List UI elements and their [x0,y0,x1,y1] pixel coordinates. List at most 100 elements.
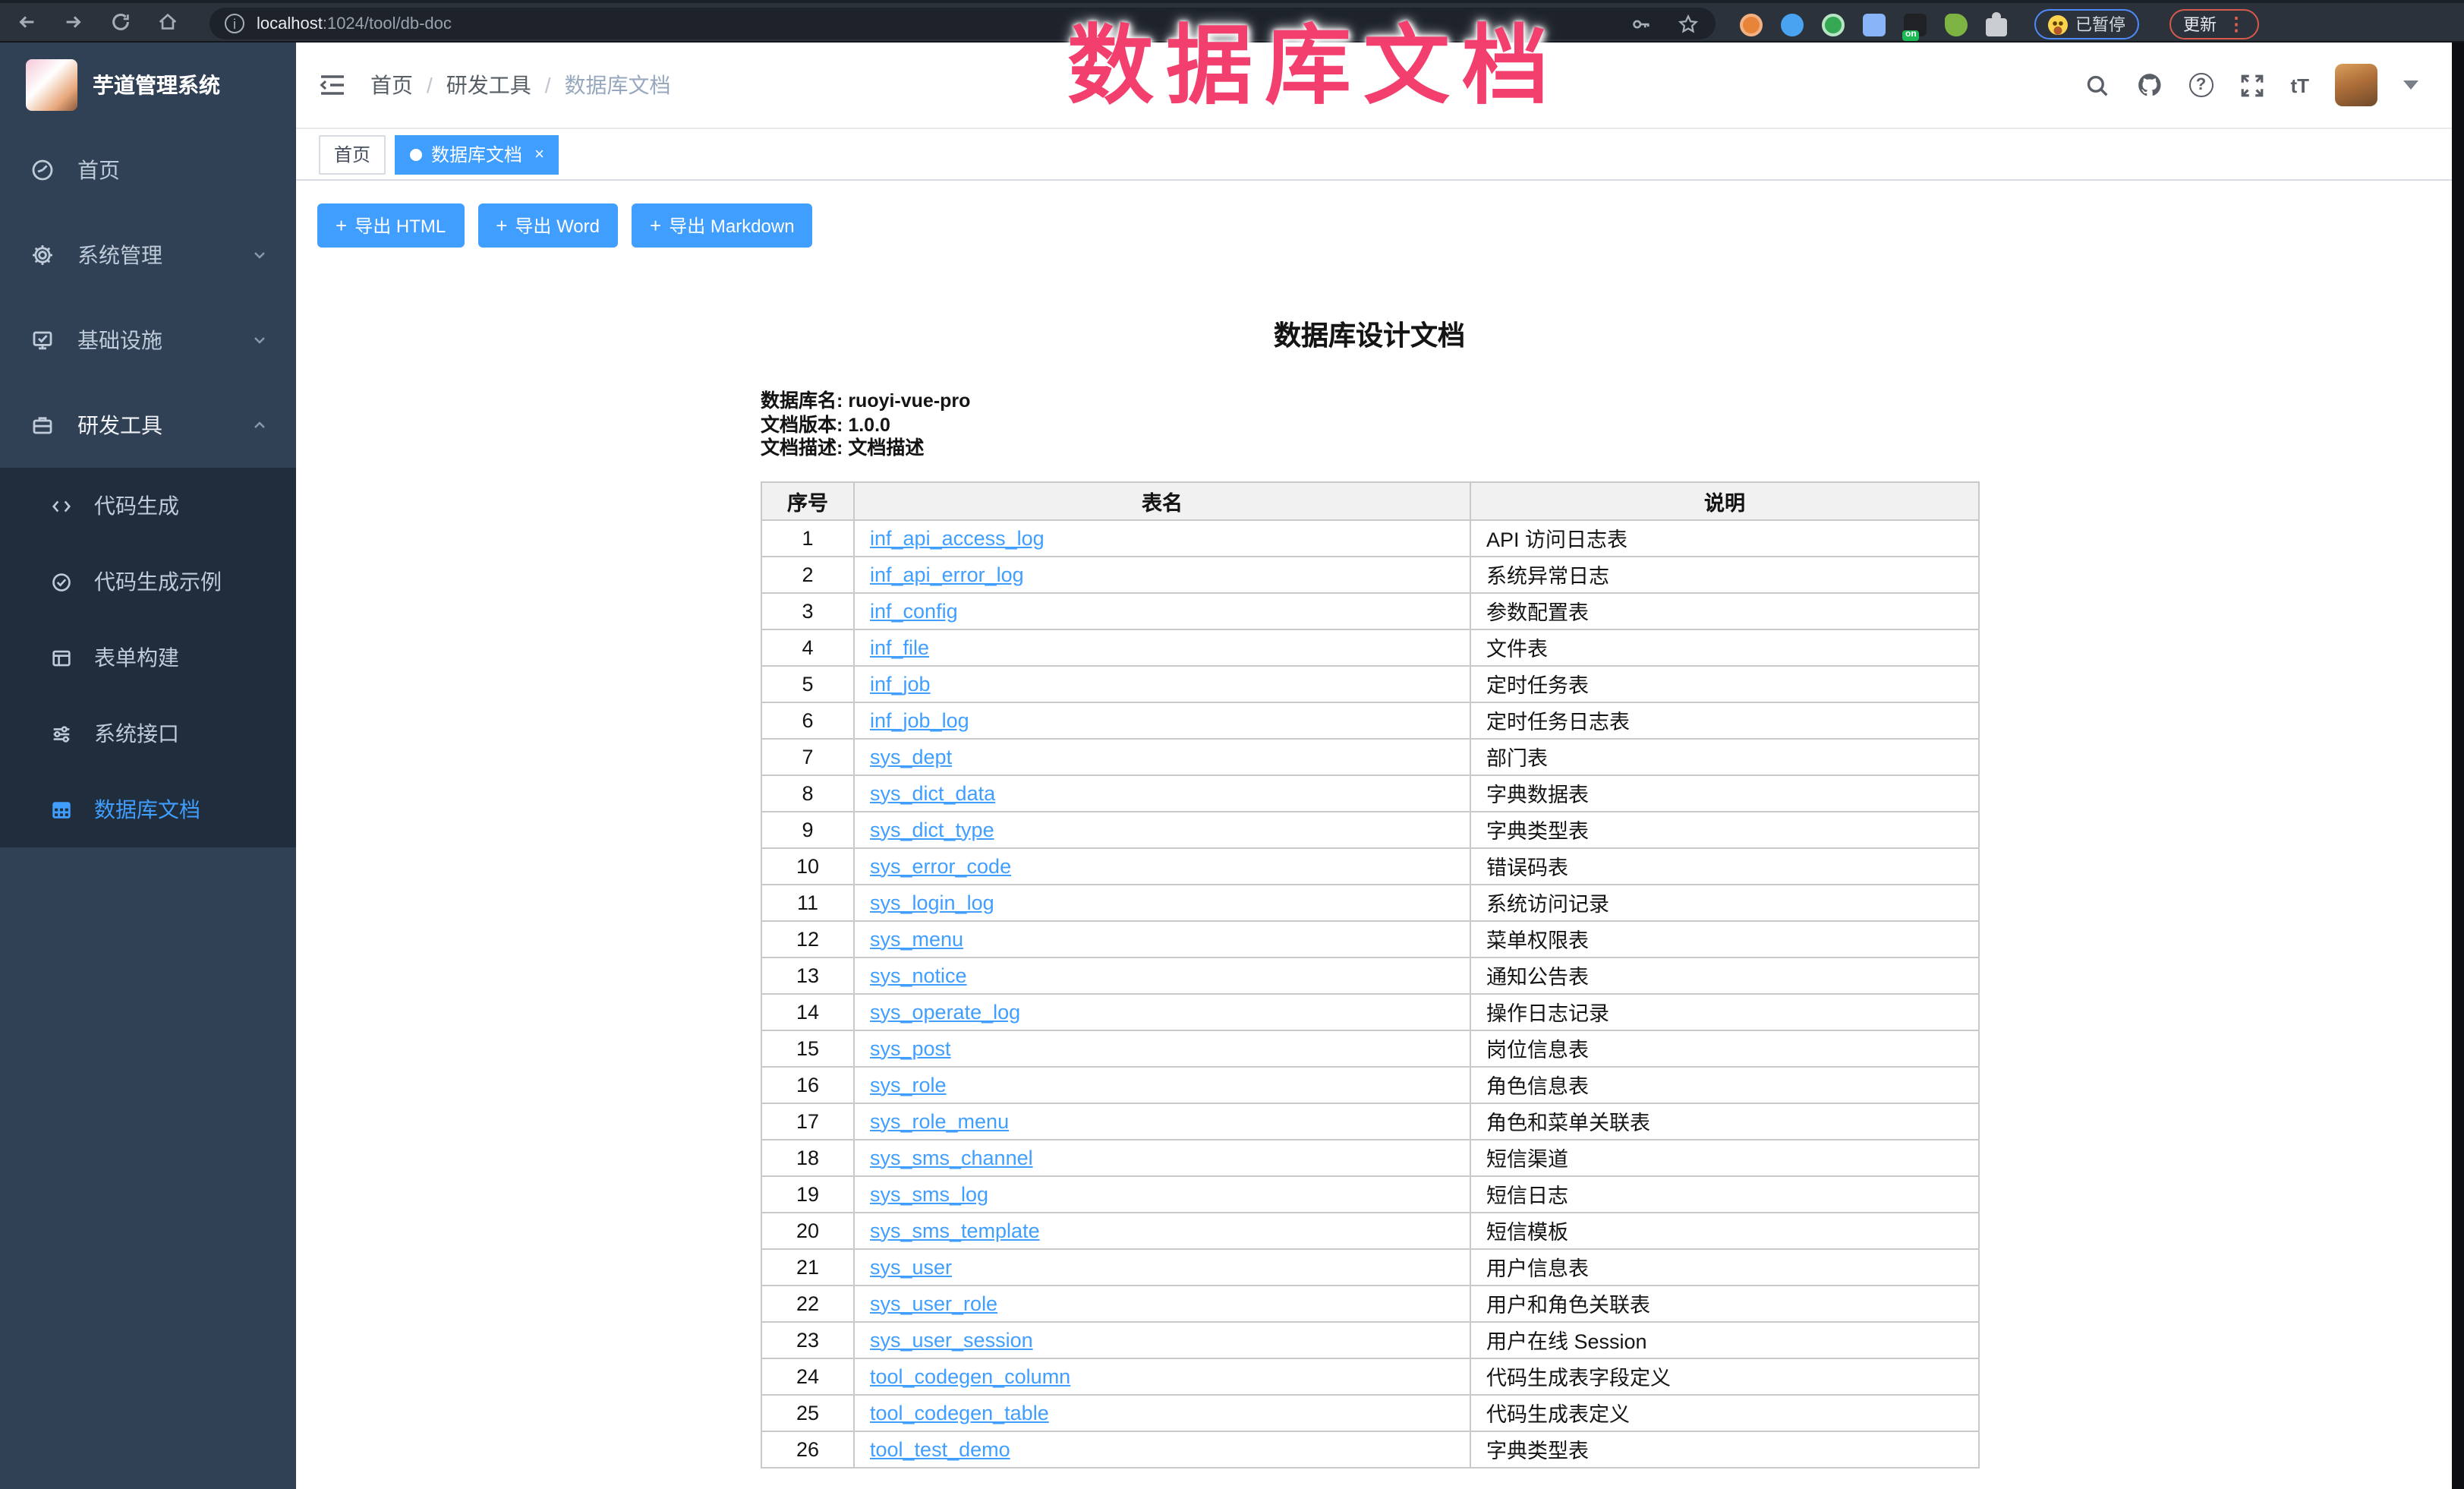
db-table-body: 1inf_api_access_logAPI 访问日志表2inf_api_err… [761,519,1979,1467]
table-link[interactable]: sys_sms_channel [870,1146,1033,1169]
breadcrumb-devtools[interactable]: 研发工具 [446,70,531,100]
table-link[interactable]: sys_menu [870,927,963,950]
chevron-down-icon[interactable] [2403,80,2418,90]
extension-icon[interactable] [1740,13,1763,36]
table-name-cell: sys_error_code [854,847,1470,884]
sidebar-item-infra[interactable]: 基础设施 [0,298,296,383]
page-content: + 导出 HTML + 导出 Word + 导出 Markdown 数据库设计文… [296,181,2464,1489]
url-text: localhost:1024/tool/db-doc [257,14,452,33]
table-link[interactable]: sys_login_log [870,891,994,913]
table-name-cell: inf_job [854,665,1470,702]
table-link[interactable]: sys_post [870,1036,951,1059]
table-link[interactable]: sys_dict_data [870,781,995,804]
export-html-button[interactable]: + 导出 HTML [317,203,464,248]
font-size-icon[interactable]: tT [2290,74,2309,96]
table-link[interactable]: sys_user_role [870,1292,997,1314]
table-link[interactable]: inf_job [870,672,931,695]
sidebar-collapse-icon[interactable] [319,73,346,97]
app-logo[interactable]: 芋道管理系统 [0,43,296,128]
table-name-cell: sys_post [854,1030,1470,1066]
sidebar-item-home[interactable]: 首页 [0,128,296,213]
tab-db-doc[interactable]: 数据库文档 × [395,134,559,174]
table-link[interactable]: sys_user [870,1255,952,1278]
table-desc: 代码生成表字段定义 [1470,1358,1979,1394]
sidebar-item-form-builder[interactable]: 表单构建 [0,620,296,696]
sidebar-item-codegen-demo[interactable]: 代码生成示例 [0,544,296,620]
meta-doc-desc: 文档描述: 文档描述 [761,437,1978,461]
table-link[interactable]: sys_notice [870,964,967,986]
table-link[interactable]: sys_error_code [870,854,1011,877]
close-icon[interactable]: × [534,145,544,163]
help-icon[interactable]: ? [2188,73,2213,97]
profile-paused-chip[interactable]: 已暂停 [2034,9,2139,39]
extension-icon[interactable] [1945,13,1968,36]
table-link[interactable]: sys_dept [870,745,952,768]
check-circle-icon [50,570,73,593]
table-link[interactable]: sys_user_session [870,1328,1033,1351]
update-button[interactable]: 更新 ⋮ [2169,9,2259,39]
table-row: 17sys_role_menu角色和菜单关联表 [761,1103,1979,1139]
table-link[interactable]: tool_codegen_column [870,1364,1070,1387]
sidebar-item-system-api[interactable]: 系统接口 [0,696,296,771]
breadcrumb-current: 数据库文档 [565,70,671,100]
sidebar-item-label: 代码生成示例 [94,566,222,597]
table-link[interactable]: sys_role_menu [870,1109,1009,1132]
table-link[interactable]: tool_test_demo [870,1437,1010,1460]
table-link[interactable]: sys_operate_log [870,1000,1020,1023]
breadcrumb-home[interactable]: 首页 [370,70,413,100]
table-desc: 短信模板 [1470,1212,1979,1248]
sidebar-item-label: 系统接口 [94,718,179,749]
gear-icon [30,243,55,267]
monitor-check-icon [30,328,55,352]
bookmark-star-icon[interactable] [1675,11,1700,36]
github-icon[interactable] [2135,71,2163,99]
table-desc: 系统异常日志 [1470,556,1979,592]
column-header-name: 表名 [854,481,1470,519]
sidebar-item-devtools[interactable]: 研发工具 [0,383,296,468]
reload-icon[interactable] [108,9,134,35]
table-name-cell: inf_config [854,592,1470,629]
code-icon [50,494,73,517]
table-link[interactable]: inf_api_access_log [870,526,1045,549]
fullscreen-icon[interactable] [2239,72,2264,98]
chevron-down-icon [250,331,269,349]
profile-emoji-icon [2048,14,2068,34]
extension-icon[interactable] [1863,13,1886,36]
sidebar-item-codegen[interactable]: 代码生成 [0,468,296,544]
back-icon[interactable] [14,9,39,35]
table-link[interactable]: inf_config [870,599,958,622]
row-index: 16 [761,1066,854,1103]
dashboard-icon [30,158,55,182]
site-info-icon[interactable]: i [225,14,244,33]
export-word-button[interactable]: + 导出 Word [477,203,618,248]
table-name-cell: sys_sms_channel [854,1139,1470,1175]
row-index: 14 [761,993,854,1030]
avatar[interactable] [2335,64,2377,106]
table-link[interactable]: sys_sms_log [870,1182,988,1205]
browser-chrome: i localhost:1024/tool/db-doc on 已暂停 [0,0,2464,43]
table-link[interactable]: inf_api_error_log [870,563,1024,585]
sidebar-item-db-doc[interactable]: 数据库文档 [0,771,296,847]
search-icon[interactable] [2084,72,2110,98]
table-link[interactable]: sys_dict_type [870,818,994,841]
forward-icon[interactable] [61,9,87,35]
table-link[interactable]: sys_role [870,1073,947,1096]
devtools-submenu: 代码生成 代码生成示例 表单构建 [0,468,296,847]
url-bar[interactable]: i localhost:1024/tool/db-doc [210,8,1716,39]
table-link[interactable]: inf_file [870,636,929,658]
table-link[interactable]: sys_sms_template [870,1219,1040,1241]
table-link[interactable]: inf_job_log [870,708,969,731]
extension-icon[interactable] [1781,13,1804,36]
extension-icon[interactable]: on [1904,13,1927,36]
extension-icon[interactable] [1822,13,1845,36]
extensions-puzzle-icon[interactable] [1986,17,2007,36]
tab-home[interactable]: 首页 [319,134,386,174]
table-row: 12sys_menu菜单权限表 [761,920,1979,957]
sidebar-item-system[interactable]: 系统管理 [0,213,296,298]
table-link[interactable]: tool_codegen_table [870,1401,1049,1424]
password-key-icon[interactable] [1627,11,1653,36]
row-index: 21 [761,1248,854,1285]
browser-menu-icon[interactable]: ⋮ [2227,15,2245,33]
meta-doc-version: 文档版本: 1.0.0 [761,414,1978,437]
home-icon[interactable] [155,9,181,35]
